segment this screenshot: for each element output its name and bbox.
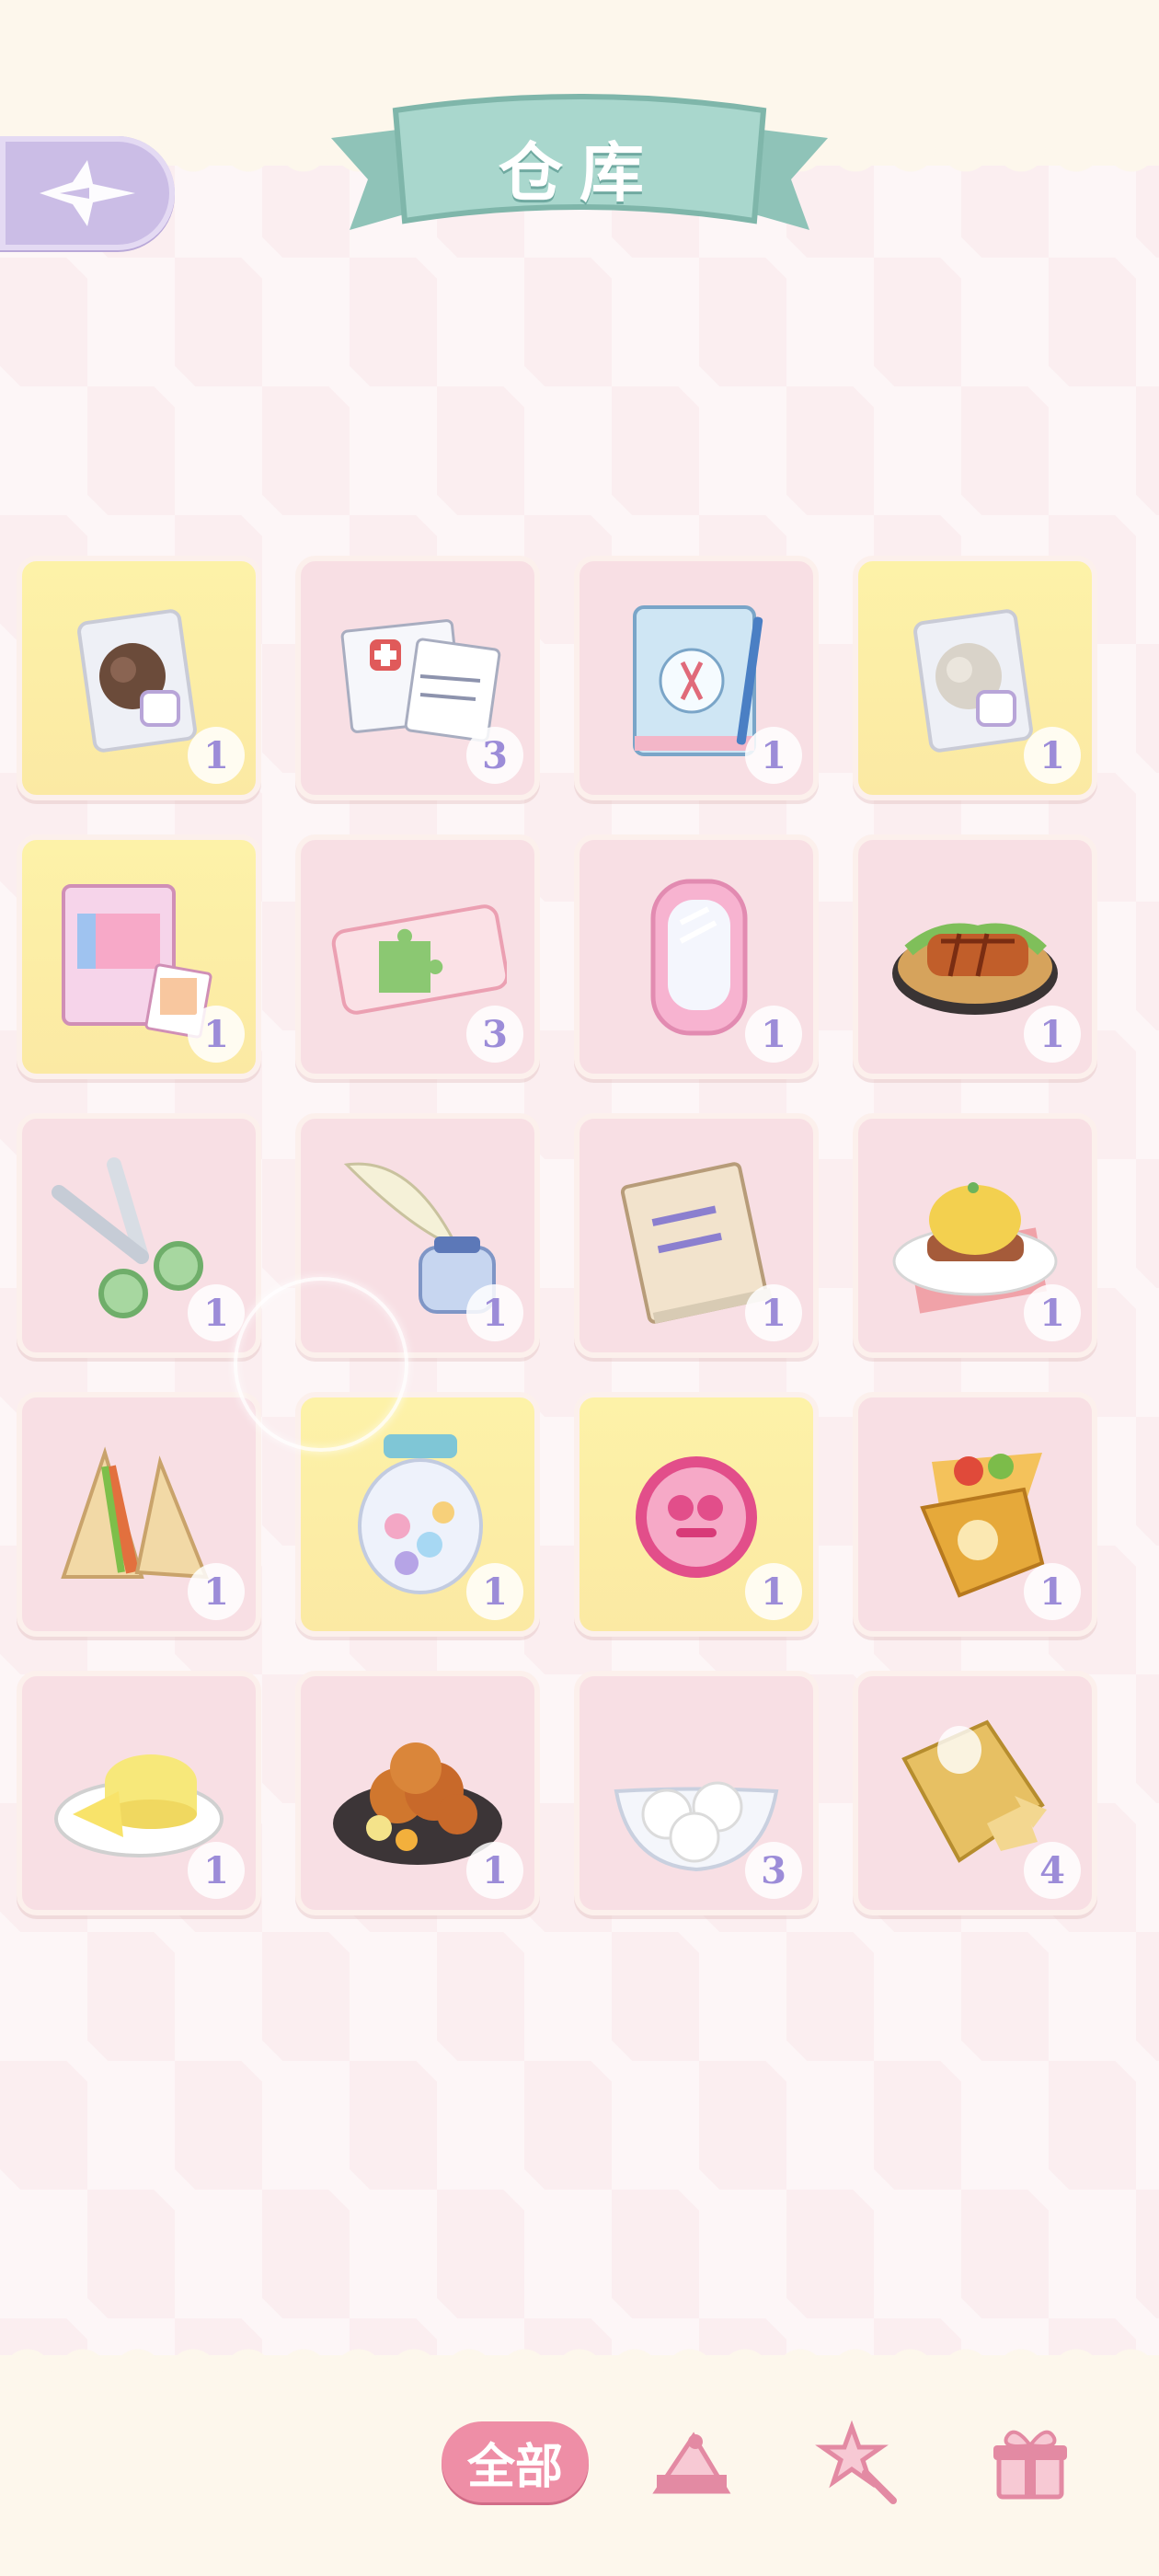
- inventory-slot[interactable]: 1: [295, 1671, 540, 1915]
- item-count: 1: [745, 1006, 802, 1063]
- winged-arrow-back-icon: [40, 160, 135, 226]
- item-count: 1: [745, 1563, 802, 1620]
- inventory-slot[interactable]: 1: [574, 1392, 819, 1637]
- inventory-slot[interactable]: 1: [853, 834, 1097, 1079]
- inventory-slot[interactable]: 1: [574, 1113, 819, 1358]
- item-count: 1: [1024, 1563, 1081, 1620]
- gift-box-icon[interactable]: [986, 2418, 1074, 2506]
- inventory-slot[interactable]: 4: [853, 1671, 1097, 1915]
- inventory-slot[interactable]: 1: [853, 1392, 1097, 1637]
- item-count: 1: [188, 1006, 245, 1063]
- inventory-grid: 1 3 1 1 1 3 1 1 1 1 1 1 1 1 1 1 1 1 3 4: [17, 556, 1142, 1915]
- inventory-slot[interactable]: 1: [17, 1392, 261, 1637]
- item-count: 1: [188, 1284, 245, 1341]
- cake-slice-icon[interactable]: [648, 2418, 736, 2506]
- inventory-slot[interactable]: 1: [17, 1671, 261, 1915]
- item-count: 1: [188, 727, 245, 784]
- inventory-slot[interactable]: 1: [17, 834, 261, 1079]
- item-count: 3: [466, 1006, 523, 1063]
- item-count: 1: [466, 1842, 523, 1899]
- item-count: 1: [188, 1842, 245, 1899]
- item-count: 4: [1024, 1842, 1081, 1899]
- touch-ripple-indicator: [234, 1277, 408, 1452]
- tab-all[interactable]: 全部: [442, 2421, 589, 2502]
- item-count: 3: [745, 1842, 802, 1899]
- item-count: 1: [1024, 1006, 1081, 1063]
- item-count: 1: [745, 1284, 802, 1341]
- back-button[interactable]: [0, 136, 175, 250]
- magic-wand-icon[interactable]: [815, 2418, 903, 2506]
- inventory-slot[interactable]: 1: [574, 556, 819, 800]
- inventory-slot[interactable]: 1: [574, 834, 819, 1079]
- item-count: 3: [466, 727, 523, 784]
- bottom-scallop-trim: [0, 2337, 1159, 2374]
- item-count: 1: [188, 1563, 245, 1620]
- inventory-slot[interactable]: 1: [17, 556, 261, 800]
- inventory-slot[interactable]: 3: [295, 556, 540, 800]
- item-count: 1: [745, 727, 802, 784]
- inventory-slot[interactable]: 3: [295, 834, 540, 1079]
- item-count: 1: [1024, 727, 1081, 784]
- page-title: 仓库: [499, 135, 660, 211]
- item-count: 1: [466, 1563, 523, 1620]
- item-count: 1: [466, 1284, 523, 1341]
- item-count: 1: [1024, 1284, 1081, 1341]
- title-banner: 仓库: [331, 92, 828, 248]
- inventory-slot[interactable]: 1: [17, 1113, 261, 1358]
- inventory-slot[interactable]: 1: [853, 556, 1097, 800]
- inventory-slot[interactable]: 1: [853, 1113, 1097, 1358]
- inventory-slot[interactable]: 3: [574, 1671, 819, 1915]
